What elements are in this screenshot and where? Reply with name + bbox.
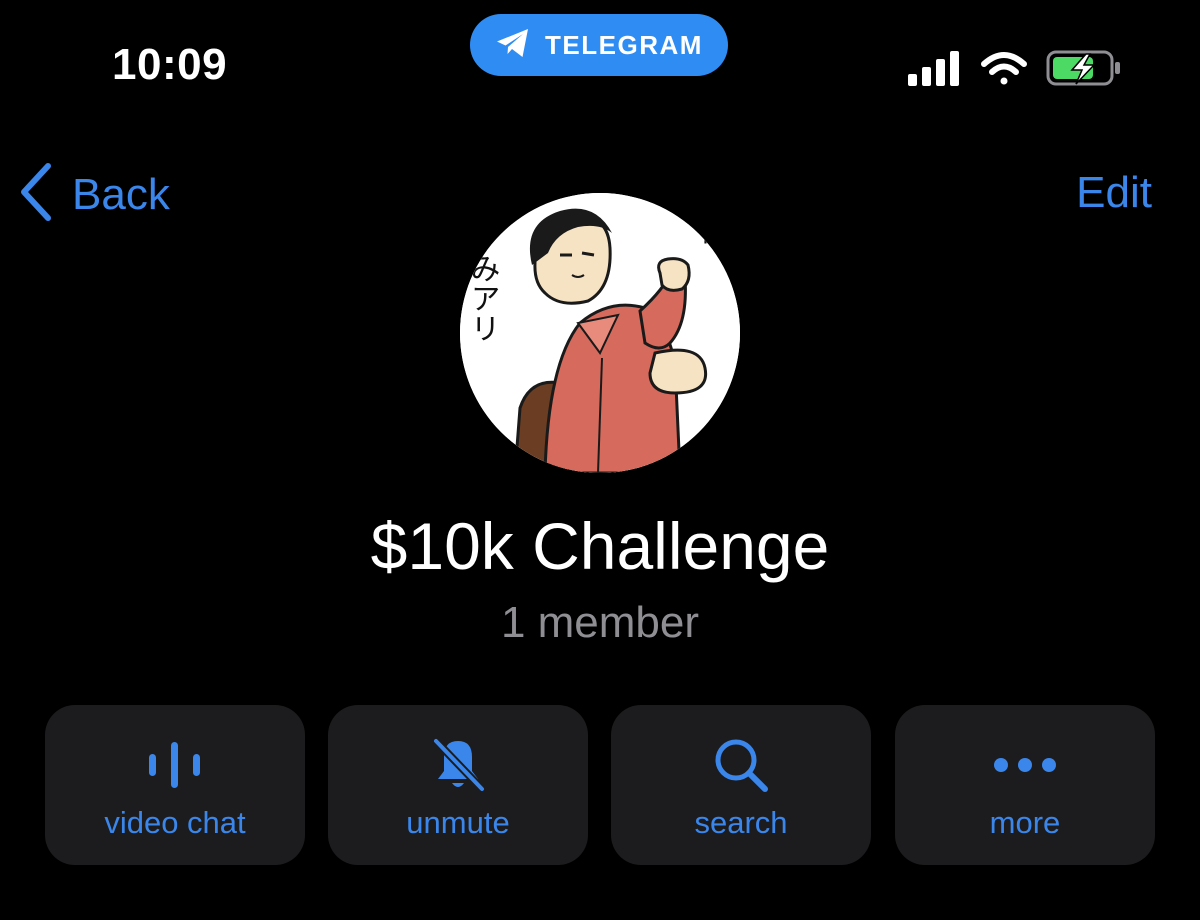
battery-icon [1046, 50, 1120, 86]
back-button[interactable]: Back [18, 162, 170, 227]
more-dots-icon [895, 733, 1155, 797]
svg-text:目: 目 [700, 215, 728, 248]
unmute-button[interactable]: unmute [328, 705, 588, 865]
app-pill-label: TELEGRAM [545, 29, 703, 60]
video-chat-label: video chat [104, 805, 246, 840]
search-icon [611, 733, 871, 797]
status-icons [908, 48, 1128, 88]
more-label: more [989, 805, 1061, 840]
telegram-icon [495, 27, 531, 64]
search-label: search [694, 805, 788, 840]
unmute-label: unmute [406, 805, 510, 840]
avatar-text: みアリ [465, 253, 500, 343]
edit-button[interactable]: Edit [1076, 168, 1152, 218]
return-to-app-pill[interactable]: TELEGRAM [470, 14, 728, 76]
more-button[interactable]: more [895, 705, 1155, 865]
search-button[interactable]: search [611, 705, 871, 865]
status-time: 10:09 [112, 40, 228, 89]
group-avatar[interactable]: みアリ 目 [460, 193, 740, 473]
bell-slash-icon [328, 733, 588, 797]
wifi-icon [981, 52, 1027, 85]
member-count: 1 member [500, 598, 700, 647]
video-chat-button[interactable]: video chat [45, 705, 305, 865]
chevron-left-icon [18, 162, 54, 227]
back-label: Back [72, 169, 170, 219]
action-bar: video chat unmute search more [45, 705, 1155, 865]
voice-chat-icon [45, 733, 305, 797]
signal-icon [908, 51, 959, 86]
group-title: $10k Challenge [370, 509, 830, 583]
